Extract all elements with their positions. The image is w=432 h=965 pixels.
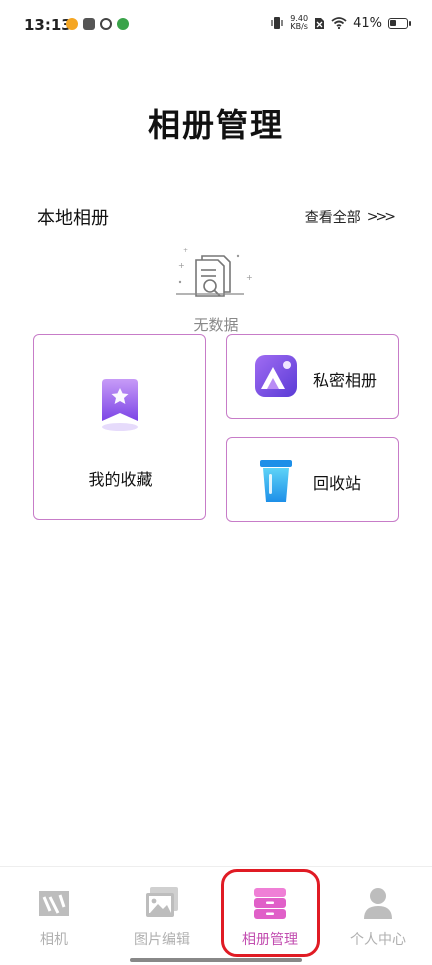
private-album-label: 私密相册 bbox=[313, 371, 378, 390]
camera-icon bbox=[39, 891, 69, 916]
status-right: 9.40 KB/s 41% bbox=[270, 15, 411, 31]
notification-icons bbox=[66, 18, 129, 30]
tab-image-edit[interactable]: 图片编辑 bbox=[108, 885, 216, 949]
tab-camera[interactable]: 相机 bbox=[0, 885, 108, 949]
svg-text:+: + bbox=[178, 261, 185, 270]
page-title: 相册管理 bbox=[147, 106, 284, 144]
network-speed-unit: KB/s bbox=[290, 22, 308, 31]
battery-percent: 41% bbox=[353, 15, 382, 31]
app-notification-icon bbox=[117, 18, 129, 30]
image-edit-icon bbox=[146, 887, 178, 917]
favorites-card[interactable]: 我的收藏 bbox=[33, 334, 206, 520]
weibo-icon bbox=[66, 18, 78, 30]
status-bar: 13:13 9.40 KB/s 41% bbox=[0, 0, 432, 50]
battery-fill bbox=[390, 19, 396, 26]
local-album-header: 本地相册 查看全部 >>> bbox=[37, 204, 396, 230]
bookmark-star-icon bbox=[102, 379, 138, 431]
battery-icon bbox=[388, 17, 411, 29]
private-album-card[interactable]: 私密相册 bbox=[226, 334, 399, 419]
view-all-label: 查看全部 bbox=[304, 210, 361, 226]
chevrons-right-icon: >>> bbox=[366, 209, 396, 225]
favorites-label: 我的收藏 bbox=[88, 470, 153, 489]
network-speed: 9.40 KB/s bbox=[290, 15, 308, 31]
wifi-icon bbox=[331, 17, 347, 29]
home-indicator[interactable] bbox=[130, 958, 302, 962]
svg-text:+: + bbox=[246, 273, 253, 282]
tab-camera-label: 相机 bbox=[40, 932, 68, 948]
vibrate-icon bbox=[271, 17, 283, 29]
empty-state-text: 无数据 bbox=[193, 316, 239, 334]
status-time: 13:13 bbox=[24, 16, 72, 34]
active-tab-highlight bbox=[221, 869, 320, 957]
trash-bin-icon bbox=[260, 460, 292, 502]
person-icon bbox=[364, 888, 392, 919]
bottom-tab-bar: 相机 图片编辑 相册管理 个人中心 bbox=[0, 866, 432, 965]
tab-personal-center[interactable]: 个人中心 bbox=[324, 885, 432, 949]
tab-personal-center-label: 个人中心 bbox=[350, 932, 406, 948]
mountain-photo-icon bbox=[255, 355, 297, 397]
no-sim-icon bbox=[315, 17, 325, 29]
empty-documents-icon: + + + bbox=[176, 247, 253, 297]
svg-text:+: + bbox=[183, 247, 188, 254]
recycle-bin-card[interactable]: 回收站 bbox=[226, 437, 399, 522]
sync-icon bbox=[100, 18, 112, 30]
tab-image-edit-label: 图片编辑 bbox=[134, 932, 190, 948]
game-icon bbox=[83, 18, 95, 30]
view-all-link[interactable]: 查看全部 >>> bbox=[304, 207, 396, 227]
recycle-bin-label: 回收站 bbox=[313, 474, 362, 493]
local-album-title: 本地相册 bbox=[37, 208, 109, 229]
